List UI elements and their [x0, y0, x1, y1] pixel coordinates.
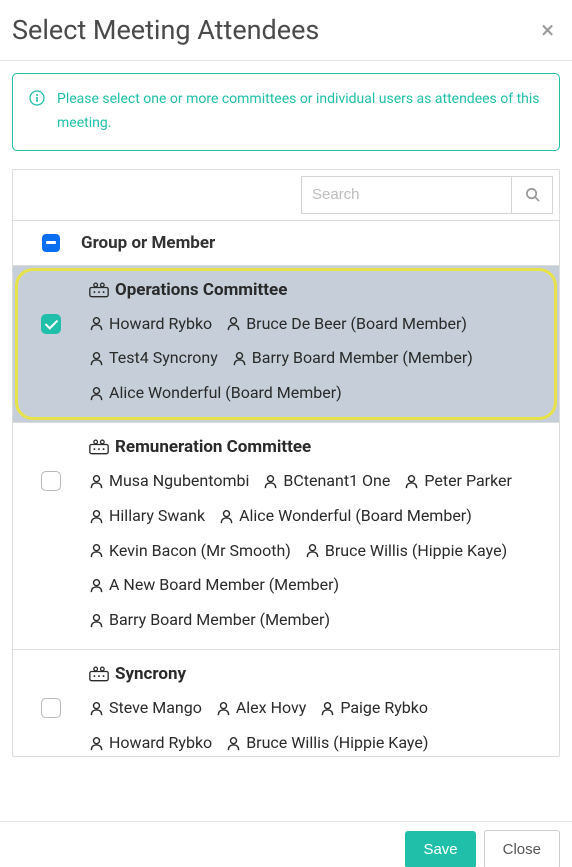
modal-title: Select Meeting Attendees — [12, 14, 319, 46]
person-icon — [89, 578, 104, 593]
member-name: A New Board Member (Member) — [109, 571, 339, 600]
group-row[interactable]: Operations Committee Howard Rybko Bruce … — [13, 266, 559, 423]
member-item: Bruce Willis (Hippie Kaye) — [305, 537, 507, 566]
person-icon — [89, 509, 104, 524]
group-name: Remuneration Committee — [115, 437, 311, 457]
person-icon — [404, 474, 419, 489]
info-banner: Please select one or more committees or … — [12, 73, 560, 151]
member-name: Barry Board Member (Member) — [109, 606, 330, 635]
group-row[interactable]: Remuneration Committee Musa Ngubentombi … — [13, 423, 559, 650]
members-list: Musa Ngubentombi BCtenant1 One Peter Par… — [89, 467, 551, 635]
member-name: Alice Wonderful (Board Member) — [109, 379, 342, 408]
member-name: Test4 Syncrony — [109, 344, 218, 373]
person-icon — [89, 543, 104, 558]
person-icon — [263, 474, 278, 489]
group-title: Operations Committee — [89, 280, 551, 300]
member-item: Alice Wonderful (Board Member) — [219, 502, 472, 531]
member-name: Howard Rybko — [109, 729, 212, 756]
group-row[interactable]: Syncrony Steve Mango Alex Hovy Paige Ryb… — [13, 650, 559, 756]
member-item: Hillary Swank — [89, 502, 205, 531]
org-icon — [89, 282, 109, 298]
search-row — [13, 170, 559, 221]
close-button[interactable]: Close — [484, 830, 560, 867]
group-checkbox[interactable] — [41, 471, 61, 491]
member-item: Musa Ngubentombi — [89, 467, 249, 496]
member-item: Kevin Bacon (Mr Smooth) — [89, 537, 291, 566]
search-icon — [525, 187, 540, 202]
group-name: Syncrony — [115, 664, 186, 684]
member-name: Alex Hovy — [236, 694, 306, 723]
person-icon — [226, 316, 241, 331]
person-icon — [216, 701, 231, 716]
person-icon — [89, 351, 104, 366]
info-icon — [29, 90, 45, 106]
info-text: Please select one or more committees or … — [57, 88, 543, 136]
person-icon — [89, 701, 104, 716]
member-item: BCtenant1 One — [263, 467, 390, 496]
member-item: Peter Parker — [404, 467, 512, 496]
member-name: Barry Board Member (Member) — [252, 344, 473, 373]
member-name: Howard Rybko — [109, 310, 212, 339]
member-item: Barry Board Member (Member) — [89, 606, 330, 635]
group-title: Syncrony — [89, 664, 551, 684]
member-item: Paige Rybko — [320, 694, 428, 723]
person-icon — [89, 736, 104, 751]
member-item: Barry Board Member (Member) — [232, 344, 473, 373]
member-name: Bruce De Beer (Board Member) — [246, 310, 467, 339]
member-item: A New Board Member (Member) — [89, 571, 339, 600]
member-name: Paige Rybko — [340, 694, 428, 723]
person-icon — [89, 474, 104, 489]
search-input[interactable] — [301, 176, 511, 214]
member-item: Alice Wonderful (Board Member) — [89, 379, 342, 408]
member-item: Steve Mango — [89, 694, 202, 723]
group-name: Operations Committee — [115, 280, 287, 300]
members-list: Steve Mango Alex Hovy Paige Rybko Howard… — [89, 694, 551, 756]
person-icon — [219, 509, 234, 524]
group-checkbox[interactable] — [41, 698, 61, 718]
member-name: Peter Parker — [424, 467, 512, 496]
person-icon — [226, 736, 241, 751]
members-list: Howard Rybko Bruce De Beer (Board Member… — [89, 310, 551, 408]
member-item: Howard Rybko — [89, 310, 212, 339]
member-name: Bruce Willis (Hippie Kaye) — [246, 729, 428, 756]
member-item: Bruce Willis (Hippie Kaye) — [226, 729, 428, 756]
member-item: Alex Hovy — [216, 694, 306, 723]
table-body[interactable]: Operations Committee Howard Rybko Bruce … — [13, 266, 559, 756]
org-icon — [89, 439, 109, 455]
person-icon — [320, 701, 335, 716]
attendee-table: Group or Member Operations Committee How… — [12, 169, 560, 757]
group-checkbox[interactable] — [41, 314, 61, 334]
member-name: Bruce Willis (Hippie Kaye) — [325, 537, 507, 566]
save-button[interactable]: Save — [405, 831, 475, 867]
member-name: Kevin Bacon (Mr Smooth) — [109, 537, 291, 566]
member-item: Bruce De Beer (Board Member) — [226, 310, 467, 339]
search-button[interactable] — [511, 176, 553, 214]
group-title: Remuneration Committee — [89, 437, 551, 457]
person-icon — [89, 613, 104, 628]
person-icon — [232, 351, 247, 366]
person-icon — [305, 543, 320, 558]
modal-header: Select Meeting Attendees × — [0, 0, 572, 60]
person-icon — [89, 386, 104, 401]
member-name: Hillary Swank — [109, 502, 205, 531]
column-header: Group or Member — [81, 233, 215, 253]
member-name: Musa Ngubentombi — [109, 467, 249, 496]
table-header-row: Group or Member — [13, 221, 559, 266]
member-name: Steve Mango — [109, 694, 202, 723]
select-all-checkbox[interactable] — [42, 234, 60, 252]
member-name: BCtenant1 One — [283, 467, 390, 496]
org-icon — [89, 666, 109, 682]
member-item: Test4 Syncrony — [89, 344, 218, 373]
member-name: Alice Wonderful (Board Member) — [239, 502, 472, 531]
close-icon[interactable]: × — [535, 18, 560, 42]
modal-footer: Save Close — [0, 821, 572, 867]
person-icon — [89, 316, 104, 331]
member-item: Howard Rybko — [89, 729, 212, 756]
